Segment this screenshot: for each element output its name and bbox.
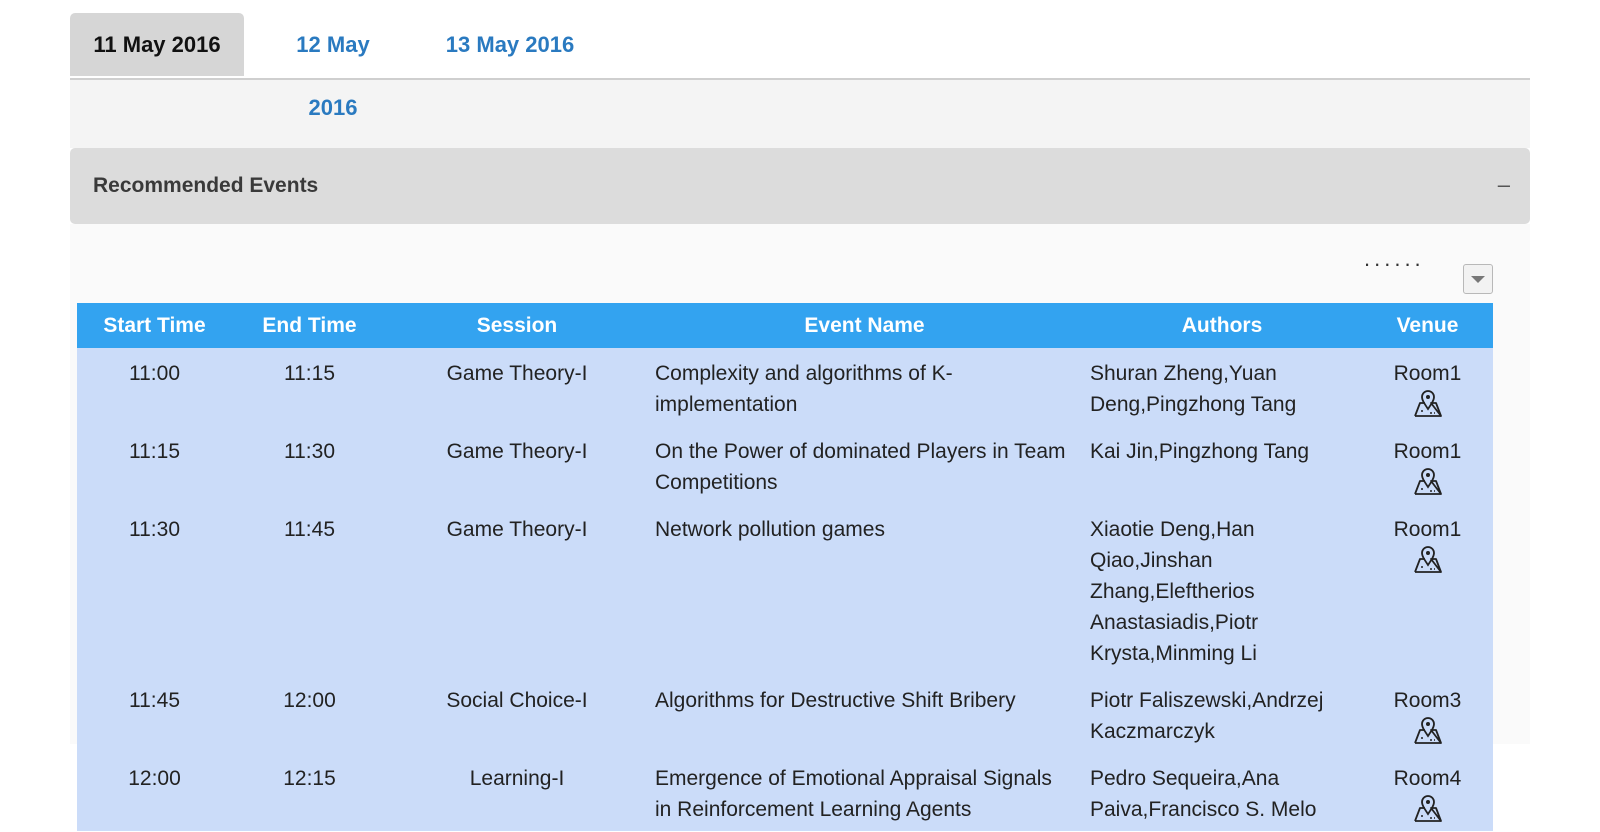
- events-table: Start Time End Time Session Event Name A…: [77, 303, 1493, 831]
- table-row[interactable]: 12:00 12:15 Learning-I Emergence of Emot…: [77, 753, 1493, 831]
- more-options-icon[interactable]: ......: [1364, 248, 1425, 270]
- recommended-events-header[interactable]: Recommended Events –: [70, 148, 1530, 224]
- authors-cell: Kai Jin,Pingzhong Tang: [1082, 426, 1362, 504]
- table-header-row: Start Time End Time Session Event Name A…: [77, 303, 1493, 348]
- start-time-cell: 12:00: [77, 753, 232, 831]
- session-cell: Game Theory-I: [387, 348, 647, 426]
- date-tabs: 11 May 2016 12 May 2016 13 May 2016: [70, 0, 1530, 120]
- end-time-cell: 12:15: [232, 753, 387, 831]
- end-time-cell: 11:15: [232, 348, 387, 426]
- caret-down-icon[interactable]: [1463, 264, 1493, 294]
- venue-cell: Room1: [1362, 504, 1493, 675]
- end-time-cell: 11:30: [232, 426, 387, 504]
- schedule-container: 11 May 2016 12 May 2016 13 May 2016 Reco…: [70, 0, 1530, 831]
- venue-label: Room4: [1393, 767, 1462, 790]
- venue-label: Room1: [1393, 362, 1462, 385]
- table-row[interactable]: 11:00 11:15 Game Theory-I Complexity and…: [77, 348, 1493, 426]
- venue-cell: Room1: [1362, 348, 1493, 426]
- authors-cell: Pedro Sequeira,Ana Paiva,Francisco S. Me…: [1082, 753, 1362, 831]
- header-end-time[interactable]: End Time: [232, 303, 387, 348]
- end-time-cell: 11:45: [232, 504, 387, 675]
- table-row[interactable]: 11:30 11:45 Game Theory-I Network pollut…: [77, 504, 1493, 675]
- tab-13-may-2016[interactable]: 13 May 2016: [444, 13, 576, 76]
- table-row[interactable]: 11:15 11:30 Game Theory-I On the Power o…: [77, 426, 1493, 504]
- end-time-cell: 12:00: [232, 675, 387, 753]
- header-venue[interactable]: Venue: [1362, 303, 1493, 348]
- session-cell: Learning-I: [387, 753, 647, 831]
- session-cell: Social Choice-I: [387, 675, 647, 753]
- recommended-events-body: ...... Start Time End Time Session Event…: [70, 224, 1530, 831]
- header-start-time[interactable]: Start Time: [77, 303, 232, 348]
- venue-label: Room3: [1393, 689, 1462, 712]
- authors-cell: Piotr Faliszewski,Andrzej Kaczmarczyk: [1082, 675, 1362, 753]
- start-time-cell: 11:00: [77, 348, 232, 426]
- venue-label: Room1: [1393, 440, 1462, 463]
- map-pin-icon[interactable]: [1411, 545, 1445, 575]
- collapse-icon[interactable]: –: [1498, 148, 1510, 222]
- venue-label: Room1: [1393, 518, 1462, 541]
- header-event-name[interactable]: Event Name: [647, 303, 1082, 348]
- table-row[interactable]: 11:45 12:00 Social Choice-I Algorithms f…: [77, 675, 1493, 753]
- authors-cell: Xiaotie Deng,Han Qiao,Jinshan Zhang,Elef…: [1082, 504, 1362, 675]
- map-pin-icon[interactable]: [1411, 716, 1445, 746]
- start-time-cell: 11:30: [77, 504, 232, 675]
- event-name-cell[interactable]: Emergence of Emotional Appraisal Signals…: [647, 753, 1082, 831]
- header-authors[interactable]: Authors: [1082, 303, 1362, 348]
- venue-cell: Room3: [1362, 675, 1493, 753]
- header-session[interactable]: Session: [387, 303, 647, 348]
- map-pin-icon[interactable]: [1411, 389, 1445, 419]
- session-cell: Game Theory-I: [387, 426, 647, 504]
- event-name-cell[interactable]: Network pollution games: [647, 504, 1082, 675]
- tab-11-may-2016[interactable]: 11 May 2016: [70, 13, 244, 76]
- panel-title: Recommended Events: [93, 174, 319, 197]
- session-cell: Game Theory-I: [387, 504, 647, 675]
- event-name-cell[interactable]: Complexity and algorithms of K-implement…: [647, 348, 1082, 426]
- event-name-cell[interactable]: Algorithms for Destructive Shift Bribery: [647, 675, 1082, 753]
- map-pin-icon[interactable]: [1411, 467, 1445, 497]
- start-time-cell: 11:15: [77, 426, 232, 504]
- tab-12-may-2016[interactable]: 12 May 2016: [270, 13, 396, 120]
- tab-content-spacer: [70, 80, 1530, 148]
- venue-cell: Room4: [1362, 753, 1493, 831]
- map-pin-icon[interactable]: [1411, 794, 1445, 824]
- venue-cell: Room1: [1362, 426, 1493, 504]
- event-name-cell[interactable]: On the Power of dominated Players in Tea…: [647, 426, 1082, 504]
- authors-cell: Shuran Zheng,Yuan Deng,Pingzhong Tang: [1082, 348, 1362, 426]
- start-time-cell: 11:45: [77, 675, 232, 753]
